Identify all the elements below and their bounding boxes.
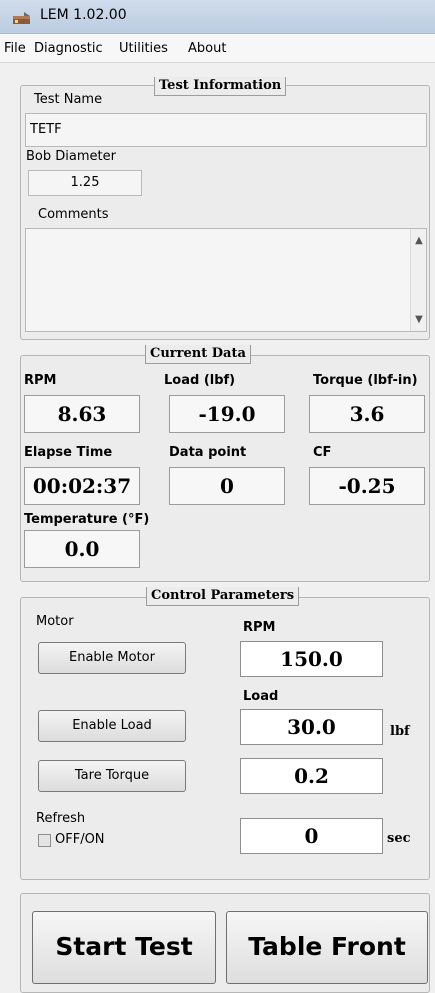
menu-bar: File Diagnostic Utilities About: [0, 34, 435, 63]
elapse-time-value: 00:02:37: [24, 467, 140, 505]
rpm-setpoint-input[interactable]: 150.0: [240, 641, 383, 677]
comments-field[interactable]: [25, 228, 427, 332]
test-name-field[interactable]: TETF: [25, 113, 427, 147]
refresh-unit-label: sec: [387, 831, 411, 846]
bob-diameter-label: Bob Diameter: [26, 149, 116, 164]
motor-label: Motor: [36, 614, 74, 629]
control-rpm-label: RPM: [243, 620, 276, 635]
menu-utilities[interactable]: Utilities: [119, 41, 168, 56]
tare-torque-input[interactable]: 0.2: [240, 758, 383, 794]
data-point-value: 0: [169, 467, 285, 505]
enable-load-button[interactable]: Enable Load: [38, 710, 186, 742]
enable-motor-button[interactable]: Enable Motor: [38, 642, 186, 674]
temperature-value: 0.0: [24, 530, 140, 568]
title-bar[interactable]: LEM 1.02.00: [0, 0, 435, 34]
torque-label: Torque (lbf-in): [313, 373, 418, 388]
current-data-title: Current Data: [145, 345, 251, 364]
comments-label: Comments: [38, 207, 109, 222]
menu-about[interactable]: About: [188, 41, 226, 56]
temperature-label: Temperature (°F): [24, 512, 150, 527]
bob-diameter-field[interactable]: 1.25: [28, 170, 142, 196]
refresh-toggle-label: OFF/ON: [55, 832, 105, 847]
refresh-checkbox[interactable]: [38, 834, 51, 847]
test-information-title: Test Information: [154, 77, 287, 96]
load-label: Load (lbf): [164, 373, 236, 388]
cf-label: CF: [313, 445, 332, 460]
rpm-value: 8.63: [24, 395, 140, 433]
cf-value: -0.25: [309, 467, 425, 505]
scroll-up-icon[interactable]: ▲: [411, 235, 427, 246]
tare-torque-button[interactable]: Tare Torque: [38, 760, 186, 792]
torque-value: 3.6: [309, 395, 425, 433]
load-unit-label: lbf: [390, 724, 410, 739]
control-parameters-title: Control Parameters: [146, 587, 300, 606]
start-test-button[interactable]: Start Test: [32, 911, 216, 984]
data-point-label: Data point: [169, 445, 247, 460]
rpm-label: RPM: [24, 373, 57, 388]
window-title: LEM 1.02.00: [40, 7, 127, 23]
scroll-down-icon[interactable]: ▼: [411, 314, 427, 325]
app-icon: [12, 10, 32, 24]
test-name-label: Test Name: [34, 92, 103, 107]
menu-file[interactable]: File: [4, 41, 26, 56]
menu-diagnostic[interactable]: Diagnostic: [34, 41, 103, 56]
elapse-time-label: Elapse Time: [24, 445, 113, 460]
load-setpoint-input[interactable]: 30.0: [240, 709, 383, 745]
refresh-label: Refresh: [36, 811, 86, 826]
load-value: -19.0: [169, 395, 285, 433]
refresh-interval-input[interactable]: 0: [240, 818, 383, 854]
comments-scrollbar[interactable]: ▲ ▼: [410, 229, 426, 331]
table-front-button[interactable]: Table Front: [226, 911, 428, 984]
control-load-label: Load: [243, 689, 279, 704]
